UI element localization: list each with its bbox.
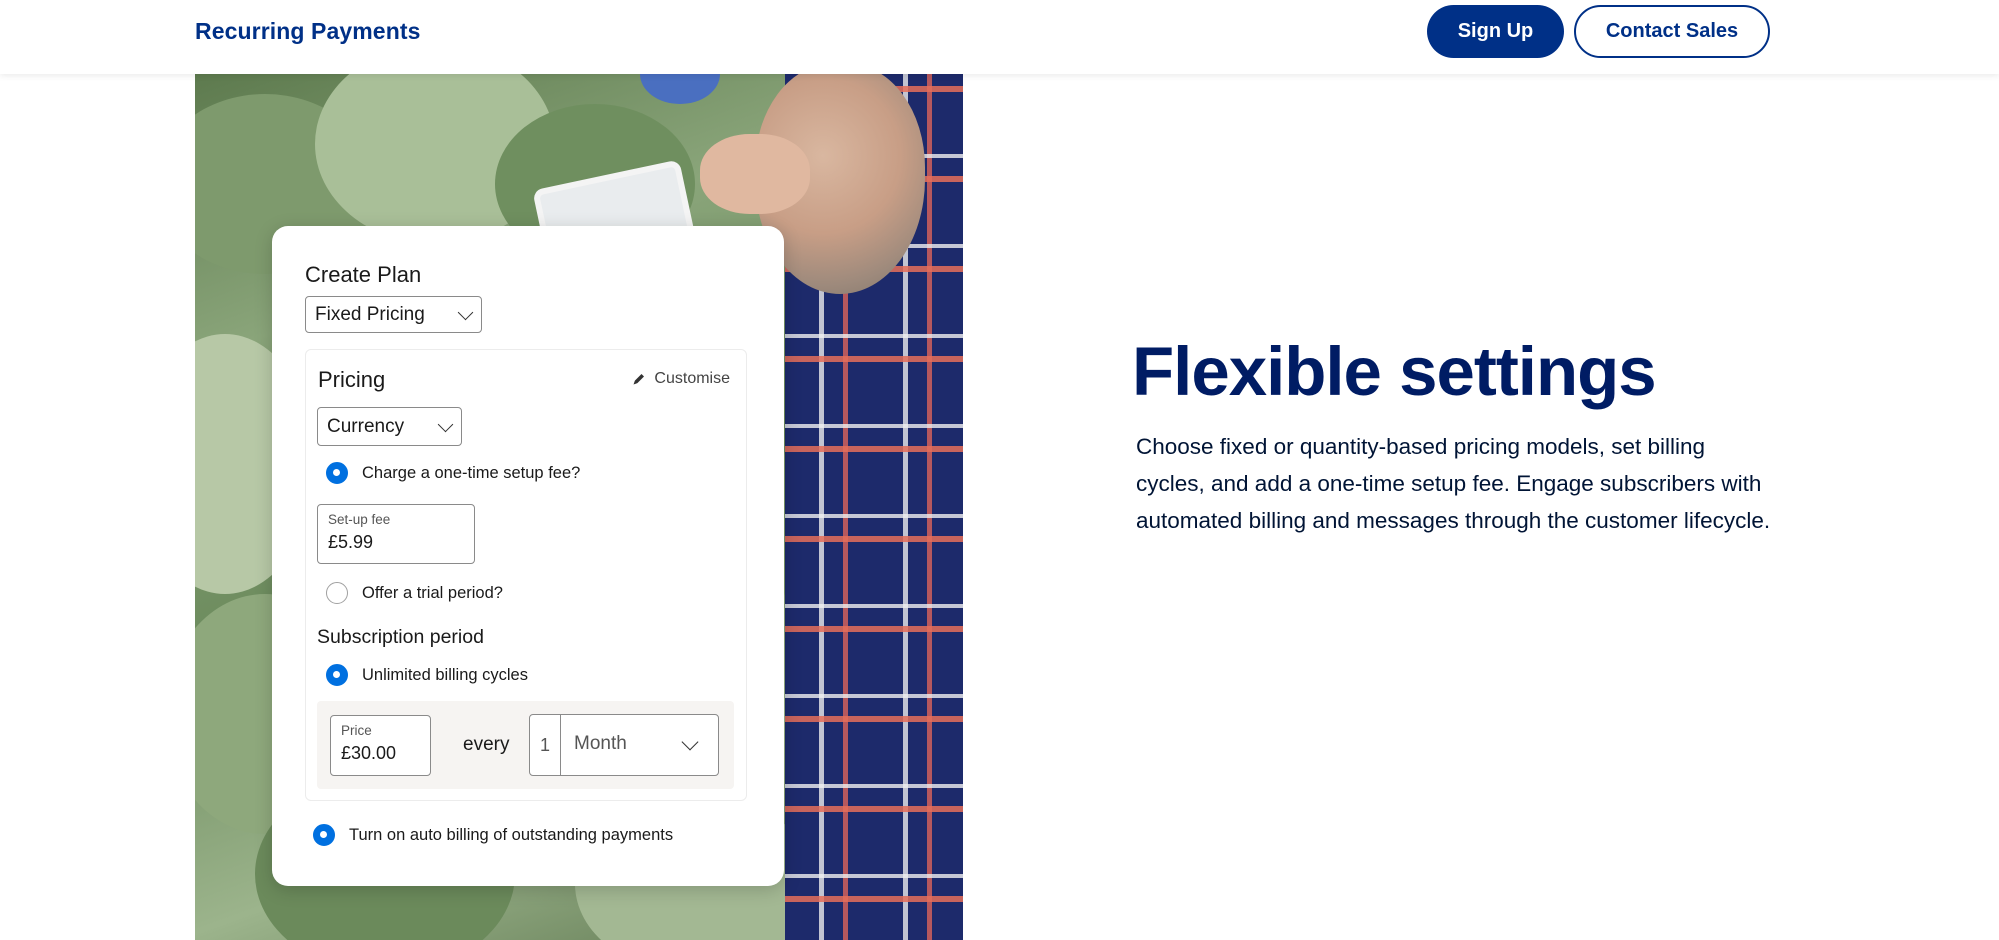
plan-type-value: Fixed Pricing	[315, 303, 425, 325]
every-label: every	[463, 734, 510, 755]
unlimited-cycles-radio[interactable]	[326, 664, 348, 686]
interval-count[interactable]: 1	[530, 715, 561, 775]
setup-fee-value: £5.99	[328, 532, 374, 552]
site-header: Recurring Payments Sign Up Contact Sales	[0, 0, 1999, 74]
pricing-section: Pricing Customise Currency Charge a one-…	[305, 349, 747, 801]
customise-link[interactable]: Customise	[632, 370, 730, 388]
chevron-down-icon	[457, 304, 474, 320]
interval-unit: Month	[574, 733, 627, 754]
farmer-cap	[640, 74, 720, 104]
trial-radio[interactable]	[326, 582, 348, 604]
setup-fee-label: Set-up fee	[328, 512, 391, 527]
auto-billing-option[interactable]: Turn on auto billing of outstanding paym…	[313, 824, 673, 846]
currency-value: Currency	[327, 415, 405, 437]
pencil-icon	[633, 374, 645, 385]
hero-description: Choose fixed or quantity-based pricing m…	[1136, 434, 1771, 533]
auto-billing-radio[interactable]	[313, 824, 335, 846]
contact-sales-button[interactable]: Contact Sales	[1574, 5, 1770, 58]
price-field[interactable]: Price £30.00	[330, 715, 431, 776]
chevron-down-icon	[437, 416, 454, 432]
create-plan-card: Create Plan Fixed Pricing Pricing Custom…	[272, 226, 784, 886]
hero-headline: Flexible settings	[1132, 333, 1657, 410]
setup-fee-question: Charge a one-time setup fee?	[362, 463, 581, 482]
subscription-period-title: Subscription period	[317, 626, 484, 648]
sign-up-button[interactable]: Sign Up	[1427, 5, 1564, 58]
unlimited-cycles-label: Unlimited billing cycles	[362, 665, 528, 684]
card-title: Create Plan	[305, 262, 422, 287]
farmer-hand	[700, 134, 810, 214]
chevron-down-icon	[681, 733, 699, 751]
billing-interval-select[interactable]: 1 Month	[529, 714, 719, 776]
price-row: Price £30.00 every 1 Month	[317, 701, 734, 789]
brand-title[interactable]: Recurring Payments	[195, 18, 421, 45]
price-label: Price	[341, 723, 372, 738]
setup-fee-radio[interactable]	[326, 462, 348, 484]
currency-select[interactable]: Currency	[317, 407, 462, 446]
price-value: £30.00	[341, 743, 397, 763]
setup-fee-option[interactable]: Charge a one-time setup fee?	[326, 462, 580, 484]
customise-label: Customise	[654, 370, 730, 387]
plan-type-select[interactable]: Fixed Pricing	[305, 296, 482, 333]
pricing-title: Pricing	[318, 367, 386, 392]
setup-fee-field[interactable]: Set-up fee £5.99	[317, 504, 475, 564]
auto-billing-label: Turn on auto billing of outstanding paym…	[349, 825, 674, 844]
trial-option[interactable]: Offer a trial period?	[326, 582, 503, 604]
unlimited-cycles-option[interactable]: Unlimited billing cycles	[326, 664, 528, 686]
trial-question: Offer a trial period?	[362, 583, 503, 602]
